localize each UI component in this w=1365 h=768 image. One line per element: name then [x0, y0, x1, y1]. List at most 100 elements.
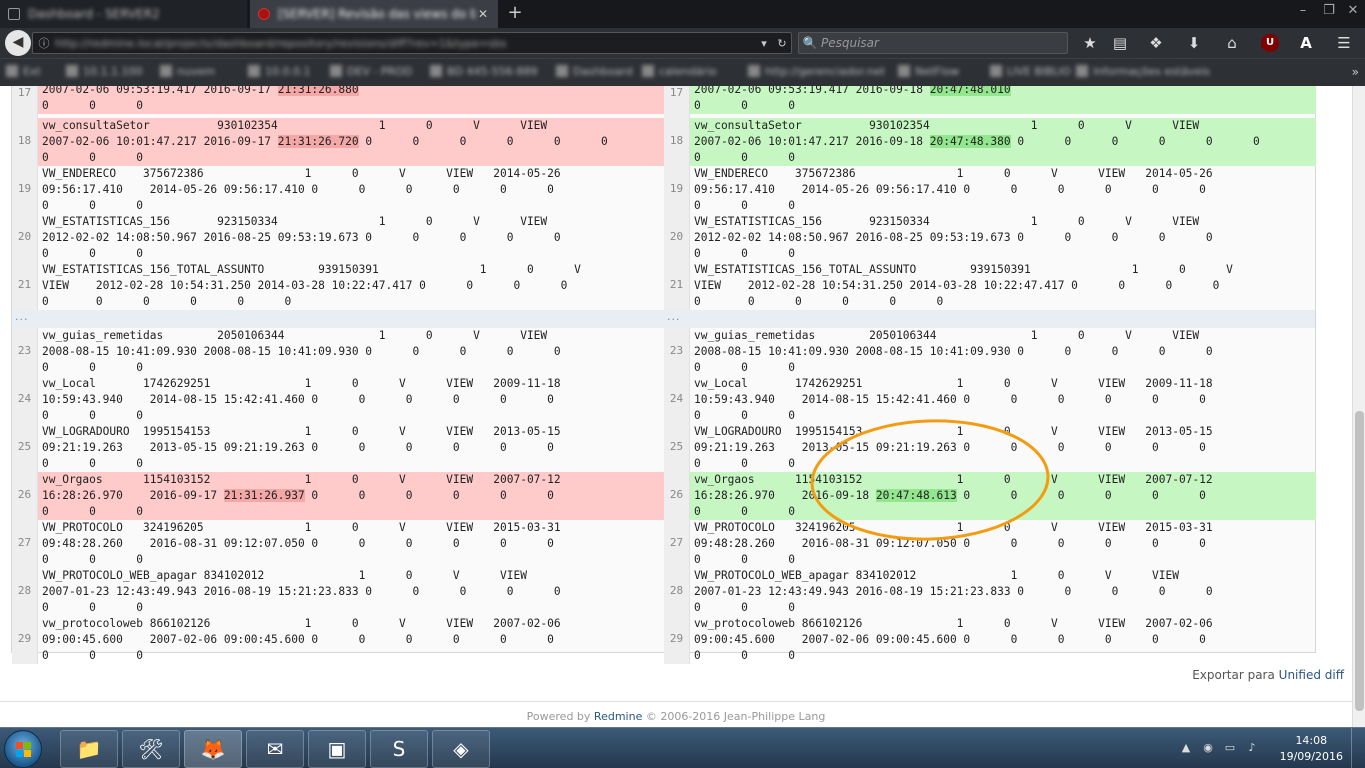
terminal-icon[interactable]: ▣ [308, 730, 366, 768]
line-number-text: 18 [669, 134, 684, 147]
show-hidden-icons-icon[interactable]: ▲ [1179, 741, 1193, 755]
code-text: 2007-01-23 12:43:49.943 2016-08-19 15:21… [42, 585, 561, 598]
code-text: vw_Orgaos 1154103152 1 0 V VIEW 2007-07-… [42, 473, 561, 486]
bookmark[interactable]: Informações estáveis [1076, 65, 1210, 81]
bookmark[interactable]: Dashboard [556, 65, 633, 81]
menu-icon[interactable]: ☰ [1332, 32, 1356, 54]
home-icon[interactable]: ⌂ [1220, 32, 1244, 54]
code-line: vw_protocoloweb 866102126 1 0 V VIEW 200… [42, 616, 664, 632]
code-text: 0 0 0 [42, 199, 144, 212]
download-icon[interactable]: ⬇ [1182, 32, 1206, 54]
code-text: vw_guias_remetidas 2050106344 1 0 V VIEW [42, 329, 548, 342]
bookmark[interactable]: BD 445-556-889 [430, 65, 537, 81]
line-number: 27 [12, 520, 38, 568]
code-line: 2008-08-15 10:41:09.930 2008-08-15 10:41… [694, 344, 1316, 360]
dropdown-icon[interactable]: ▾ [755, 37, 773, 50]
chevron-right-icon[interactable]: » [1352, 65, 1359, 79]
ublock-icon[interactable]: U [1261, 34, 1279, 52]
code-line: 10:59:43.940 2014-08-15 15:42:41.460 0 0… [42, 392, 664, 408]
code-line: 2007-02-06 10:01:47.217 2016-09-18 20:47… [694, 134, 1316, 150]
restore-button[interactable]: ❐ [1316, 0, 1342, 24]
url-text[interactable]: http://redmine.local/projects/dashboard/… [55, 37, 755, 50]
start-button[interactable] [4, 730, 42, 768]
line-number-text: 28 [669, 584, 684, 597]
code-line: 0 0 0 [694, 408, 1316, 424]
bookmark[interactable]: NetFlow [898, 65, 959, 81]
minimize-button[interactable]: – [1290, 0, 1316, 24]
bookmark[interactable]: http://gerenciador.net [748, 65, 885, 81]
reload-icon[interactable]: ↻ [773, 37, 791, 50]
back-button[interactable]: ◀ [5, 30, 31, 56]
old-line-content: vw_Local 1742629251 1 0 V VIEW 2009-11-1… [38, 376, 664, 424]
addon-icon[interactable]: ❖ [1144, 32, 1168, 54]
skype-icon[interactable]: S [370, 730, 428, 768]
code-line: 0 0 0 [42, 648, 664, 664]
code-line: 0 0 0 [42, 504, 664, 520]
firefox-icon[interactable]: 🦊 [184, 730, 242, 768]
code-line: 0 0 0 [42, 246, 664, 262]
code-text: 0 0 0 [694, 361, 796, 374]
unified-diff-link[interactable]: Unified diff [1279, 668, 1344, 682]
new-line-content: vw_protocoloweb 866102126 1 0 V VIEW 200… [690, 616, 1316, 664]
volume-icon[interactable]: ♪ [1245, 741, 1259, 755]
code-text: vw_consultaSetor 930102354 1 0 V VIEW [42, 119, 548, 132]
line-number: 20 [12, 214, 38, 262]
code-line: 2007-01-23 12:43:49.943 2016-08-19 15:21… [694, 584, 1316, 600]
code-line: 0 0 0 [42, 408, 664, 424]
line-number: 29 [12, 616, 38, 664]
reading-list-icon[interactable]: ▤ [1108, 32, 1132, 54]
diff-row: 25 VW_LOGRADOURO 1995154153 1 0 V VIEW 20… [12, 424, 1315, 472]
code-line: 0 0 0 [694, 246, 1316, 262]
new-line-content: VW_ENDERECO 375672386 1 0 V VIEW 2014-05… [690, 166, 1316, 214]
code-line: 2012-02-02 14:08:50.967 2016-08-25 09:53… [694, 230, 1316, 246]
tab-redmine[interactable]: [SERVER] Revisão das views do banco ✕ [250, 0, 498, 28]
font-icon[interactable]: A [1294, 32, 1318, 54]
info-icon[interactable]: ⓘ [33, 35, 55, 51]
bookmark-star-icon[interactable]: ★ [1078, 32, 1102, 54]
code-text: 0 0 0 [694, 649, 796, 662]
search-icon: 🔍 [802, 36, 818, 50]
code-line: 16:28:26.970 2016-09-18 20:47:48.613 0 0… [694, 488, 1316, 504]
code-line: VW_ENDERECO 375672386 1 0 V VIEW 2014-05… [694, 166, 1316, 182]
line-number: 25 [664, 424, 690, 472]
code-text: 0 0 0 0 0 0 [42, 295, 292, 308]
code-text: VW_PROTOCOLO 324196205 1 0 V VIEW 2015-0… [42, 521, 561, 534]
new-tab-button[interactable]: + [502, 2, 528, 26]
code-text: 0 0 0 [694, 457, 796, 470]
close-window-button[interactable]: ✕ [1340, 0, 1365, 24]
explorer-icon[interactable]: 📁 [60, 730, 118, 768]
code-line: vw_Local 1742629251 1 0 V VIEW 2009-11-1… [694, 376, 1316, 392]
close-tab-icon[interactable]: ✕ [476, 7, 490, 21]
bookmark[interactable]: 10.1.1.100 [66, 65, 142, 81]
bookmark[interactable]: 10.0.0.1 [248, 65, 310, 81]
bookmark[interactable]: DEV - PROD [330, 65, 412, 81]
code-line: 2007-01-23 12:43:49.943 2016-08-19 15:21… [42, 584, 664, 600]
display-icon[interactable]: ▭ [1223, 741, 1237, 755]
code-text: VW_ESTATISTICAS_156_TOTAL_ASSUNTO 939150… [42, 263, 581, 276]
virtualbox-icon[interactable]: ◈ [432, 730, 490, 768]
redmine-link[interactable]: Redmine [594, 710, 642, 723]
code-text: 0 0 0 [42, 409, 144, 422]
code-text: 0 0 0 [694, 505, 796, 518]
bookmark[interactable]: calendário [642, 65, 717, 81]
scrollbar-thumb[interactable] [1355, 411, 1364, 711]
thunderbird-icon[interactable]: ✉ [246, 730, 304, 768]
diff-row: 18 vw_consultaSetor 930102354 1 0 V VIEW 2… [12, 118, 1316, 166]
windows-logo-icon [16, 742, 32, 758]
network-icon[interactable]: ◉ [1201, 741, 1215, 755]
bookmark[interactable]: Ext [6, 65, 41, 81]
bookmark[interactable]: nuvem [160, 65, 215, 81]
bookmark[interactable]: LIVE BIBLIO [990, 65, 1071, 81]
code-line: 2007-02-06 09:53:19.417 2016-09-17 21:31… [42, 86, 664, 98]
code-text: 10:59:43.940 2014-08-15 15:42:41.460 0 0… [42, 393, 554, 406]
tools-icon[interactable]: 🛠 [122, 730, 180, 768]
tab-dashboard[interactable]: Dashboard - SERVER2 [0, 0, 247, 28]
code-line: 0 0 0 [694, 456, 1316, 472]
clock[interactable]: 14:08 19/09/2016 [1280, 733, 1343, 765]
url-bar[interactable]: ⓘ http://redmine.local/projects/dashboar… [32, 32, 792, 54]
search-field[interactable]: 🔍 Pesquisar [798, 32, 1068, 54]
show-desktop-button[interactable] [1351, 728, 1365, 768]
vertical-scrollbar[interactable] [1352, 86, 1365, 727]
old-line-content: vw_consultaSetor 930102354 1 0 V VIEW 200… [38, 118, 664, 166]
line-number-text: 28 [17, 584, 32, 597]
